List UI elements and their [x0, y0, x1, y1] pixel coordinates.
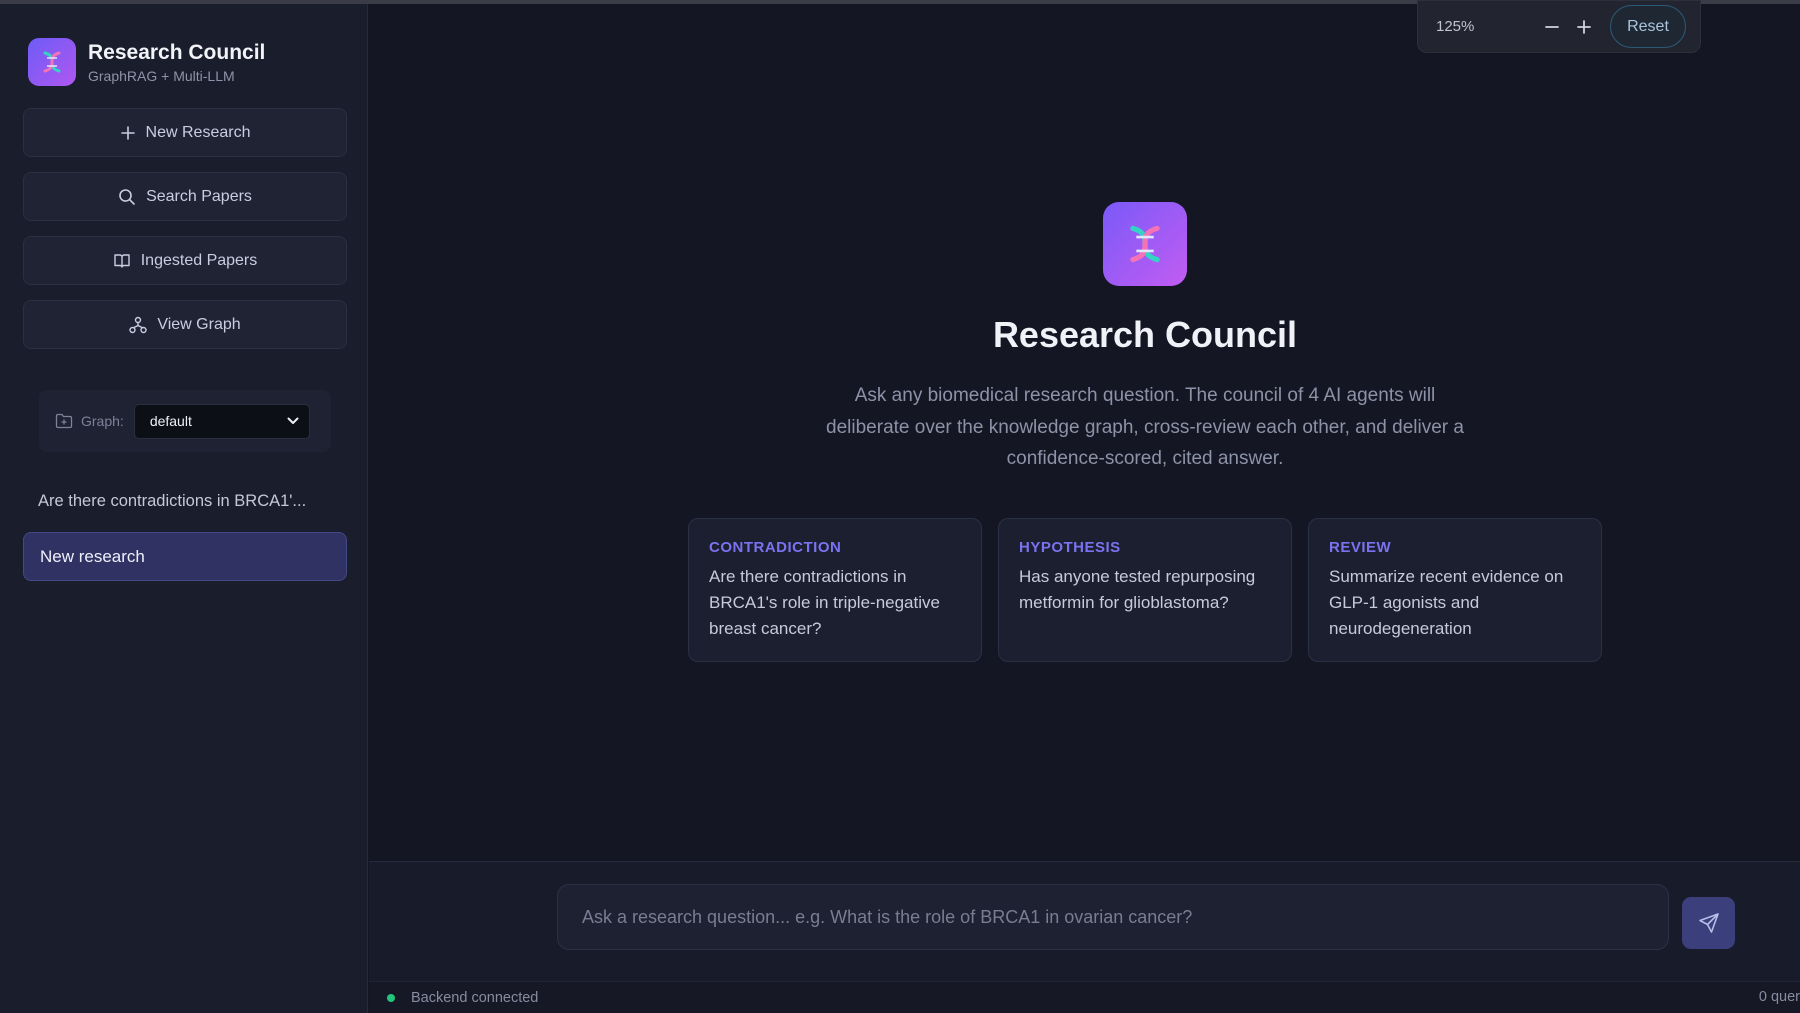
graph-select-value: default	[149, 413, 192, 429]
query-count: 0 quer	[1758, 989, 1800, 1005]
plus-icon	[120, 125, 135, 140]
card-tag: REVIEW	[1329, 539, 1392, 556]
new-research-button[interactable]: New Research	[23, 108, 347, 157]
send-icon	[1698, 913, 1719, 933]
suggestion-card-hypothesis[interactable]: HYPOTHESIS Has anyone tested repurposing…	[998, 518, 1292, 662]
status-bar: Backend connected 0 quer	[369, 981, 1800, 1013]
book-icon	[114, 253, 130, 268]
status-text: Backend connected	[411, 989, 539, 1006]
zoom-control: 125% Reset	[1417, 0, 1701, 53]
chevron-down-icon	[287, 417, 299, 424]
minus-icon	[1545, 25, 1559, 28]
zoom-out-button[interactable]	[1536, 11, 1568, 43]
card-tag: CONTRADICTION	[709, 539, 842, 556]
history-item-label: New research	[40, 546, 145, 566]
brand-title: Research Council	[88, 41, 266, 64]
zoom-in-button[interactable]	[1568, 11, 1600, 43]
sidebar: Research Council GraphRAG + Multi-LLM Ne…	[0, 4, 368, 1013]
history-item-active[interactable]: New research	[23, 532, 347, 581]
brand-subtitle: GraphRAG + Multi-LLM	[88, 68, 235, 84]
plus-icon	[1577, 19, 1591, 34]
send-button[interactable]	[1682, 897, 1735, 949]
ingested-papers-label: Ingested Papers	[140, 251, 258, 269]
hero-dna-logo-icon	[1103, 202, 1187, 286]
status-dot-icon	[387, 993, 395, 1002]
card-text: Summarize recent evidence on GLP-1 agoni…	[1329, 567, 1564, 638]
brand: Research Council GraphRAG + Multi-LLM	[28, 38, 265, 86]
card-tag: HYPOTHESIS	[1019, 539, 1121, 556]
history-item[interactable]: Are there contradictions in BRCA1'...	[38, 492, 306, 511]
graph-label: Graph:	[81, 413, 124, 429]
search-papers-label: Search Papers	[146, 187, 252, 205]
app-root: Research Council GraphRAG + Multi-LLM Ne…	[0, 0, 1800, 1013]
ingested-papers-button[interactable]: Ingested Papers	[23, 236, 347, 285]
zoom-reset-button[interactable]: Reset	[1610, 5, 1686, 48]
search-papers-button[interactable]: Search Papers	[23, 172, 347, 221]
suggestion-card-contradiction[interactable]: CONTRADICTION Are there contradictions i…	[688, 518, 982, 662]
card-text: Are there contradictions in BRCA1's role…	[709, 567, 940, 638]
zoom-level: 125%	[1436, 18, 1475, 35]
folder-icon	[55, 413, 73, 429]
graph-select[interactable]: default	[133, 403, 310, 439]
hero-title: Research Council	[992, 314, 1298, 355]
question-input[interactable]: Ask a research question... e.g. What is …	[557, 884, 1669, 950]
dna-logo-icon	[28, 38, 76, 86]
search-icon	[119, 188, 135, 205]
new-research-label: New Research	[145, 123, 251, 141]
card-text: Has anyone tested repurposing metformin …	[1019, 567, 1256, 612]
hero-description: Ask any biomedical research question. Th…	[826, 385, 1464, 469]
suggestion-card-review[interactable]: REVIEW Summarize recent evidence on GLP-…	[1308, 518, 1602, 662]
composer: Ask a research question... e.g. What is …	[369, 861, 1800, 981]
graph-selector-row: Graph: default	[39, 390, 331, 452]
